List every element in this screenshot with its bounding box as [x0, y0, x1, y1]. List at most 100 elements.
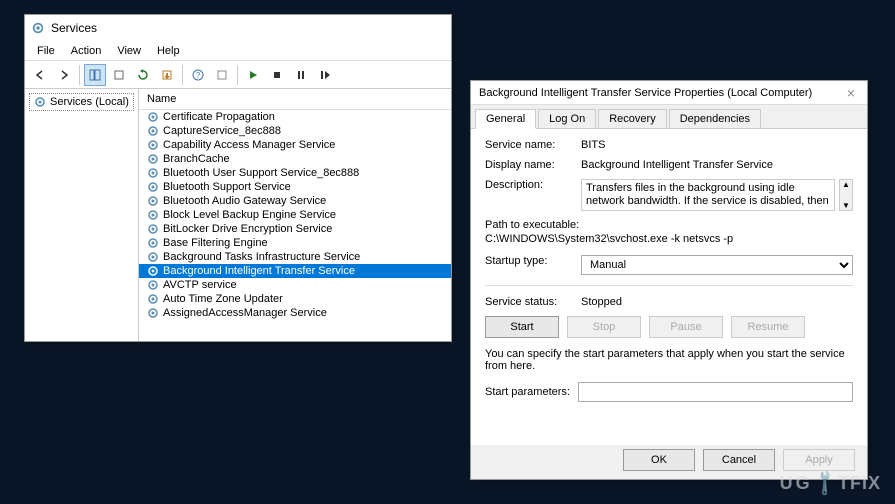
- service-name: AVCTP service: [163, 279, 237, 291]
- service-row[interactable]: Base Filtering Engine: [139, 236, 451, 250]
- pause-button[interactable]: Pause: [649, 316, 723, 338]
- gear-icon: [147, 251, 159, 263]
- watermark-u: U: [780, 473, 794, 494]
- service-row[interactable]: CaptureService_8ec888: [139, 124, 451, 138]
- gear-icon: [147, 111, 159, 123]
- service-name-value: BITS: [581, 139, 853, 151]
- service-name: Bluetooth Audio Gateway Service: [163, 195, 326, 207]
- watermark-g: G: [796, 473, 811, 494]
- export-button[interactable]: [156, 64, 178, 86]
- gear-icon: [147, 223, 159, 235]
- service-name: AssignedAccessManager Service: [163, 307, 327, 319]
- description-text: Transfers files in the background using …: [581, 179, 835, 211]
- svg-text:?: ?: [196, 71, 201, 80]
- gear-icon: [147, 293, 159, 305]
- service-name: Bluetooth Support Service: [163, 181, 291, 193]
- service-row[interactable]: Block Level Backup Engine Service: [139, 208, 451, 222]
- path-label: Path to executable:: [485, 219, 853, 231]
- service-row[interactable]: BitLocker Drive Encryption Service: [139, 222, 451, 236]
- start-button[interactable]: Start: [485, 316, 559, 338]
- tab-general[interactable]: General: [475, 109, 536, 129]
- gear-icon: [34, 96, 46, 108]
- services-local-node[interactable]: Services (Local): [29, 93, 134, 111]
- apply-button[interactable]: Apply: [783, 449, 855, 471]
- service-name: Block Level Backup Engine Service: [163, 209, 336, 221]
- toolbar: ?: [25, 61, 451, 89]
- cancel-button[interactable]: Cancel: [703, 449, 775, 471]
- resume-button[interactable]: Resume: [731, 316, 805, 338]
- toolbar-separator: [182, 65, 183, 85]
- watermark-tfix: TFIX: [838, 473, 881, 494]
- tree-panel: Services (Local): [25, 89, 139, 341]
- service-row[interactable]: Background Intelligent Transfer Service: [139, 264, 451, 278]
- services-list-panel: Name Certificate Propagation CaptureServi…: [139, 89, 451, 341]
- service-row[interactable]: Background Tasks Infrastructure Service: [139, 250, 451, 264]
- gear-icon: [147, 209, 159, 221]
- menubar: File Action View Help: [25, 41, 451, 61]
- gear-icon: [147, 279, 159, 291]
- services-window: Services File Action View Help ? Service…: [24, 14, 452, 342]
- menu-help[interactable]: Help: [149, 43, 188, 59]
- gear-icon: [147, 265, 159, 277]
- gear-icon: [147, 167, 159, 179]
- service-row[interactable]: AssignedAccessManager Service: [139, 306, 451, 320]
- menu-view[interactable]: View: [109, 43, 149, 59]
- toolbar-icon[interactable]: [211, 64, 233, 86]
- show-hide-tree-button[interactable]: [84, 64, 106, 86]
- service-row[interactable]: Certificate Propagation: [139, 110, 451, 124]
- ok-button[interactable]: OK: [623, 449, 695, 471]
- forward-button[interactable]: [53, 64, 75, 86]
- service-name: BitLocker Drive Encryption Service: [163, 223, 332, 235]
- service-row[interactable]: Bluetooth Support Service: [139, 180, 451, 194]
- wrench-icon: 🔧: [809, 468, 840, 499]
- service-name: Background Intelligent Transfer Service: [163, 265, 355, 277]
- properties-button[interactable]: [108, 64, 130, 86]
- titlebar: Services: [25, 15, 451, 41]
- toolbar-separator: [79, 65, 80, 85]
- service-status-label: Service status:: [485, 296, 581, 308]
- service-name: Certificate Propagation: [163, 111, 275, 123]
- gear-icon: [147, 237, 159, 249]
- tab-logon[interactable]: Log On: [538, 109, 596, 128]
- service-name: CaptureService_8ec888: [163, 125, 281, 137]
- refresh-button[interactable]: [132, 64, 154, 86]
- pause-button[interactable]: [290, 64, 312, 86]
- service-row[interactable]: BranchCache: [139, 152, 451, 166]
- service-row[interactable]: Bluetooth Audio Gateway Service: [139, 194, 451, 208]
- display-name-value: Background Intelligent Transfer Service: [581, 159, 853, 171]
- description-scrollbar[interactable]: ▲▼: [839, 179, 853, 211]
- service-status-value: Stopped: [581, 296, 853, 308]
- services-body: Services (Local) Name Certificate Propag…: [25, 89, 451, 341]
- service-row[interactable]: AVCTP service: [139, 278, 451, 292]
- restart-button[interactable]: [314, 64, 336, 86]
- help-button[interactable]: ?: [187, 64, 209, 86]
- service-properties-dialog: Background Intelligent Transfer Service …: [470, 80, 868, 480]
- menu-file[interactable]: File: [29, 43, 63, 59]
- dialog-titlebar: Background Intelligent Transfer Service …: [471, 81, 867, 105]
- column-header-name[interactable]: Name: [139, 89, 451, 110]
- service-row[interactable]: Bluetooth User Support Service_8ec888: [139, 166, 451, 180]
- stop-button[interactable]: Stop: [567, 316, 641, 338]
- start-parameters-label: Start parameters:: [485, 386, 570, 398]
- back-button[interactable]: [29, 64, 51, 86]
- tabs: General Log On Recovery Dependencies: [471, 105, 867, 129]
- menu-action[interactable]: Action: [63, 43, 110, 59]
- path-value: C:\WINDOWS\System32\svchost.exe -k netsv…: [485, 233, 853, 245]
- service-name: Background Tasks Infrastructure Service: [163, 251, 360, 263]
- close-icon[interactable]: ×: [843, 85, 859, 101]
- play-button[interactable]: [242, 64, 264, 86]
- startup-type-select[interactable]: Manual: [581, 255, 853, 275]
- tab-recovery[interactable]: Recovery: [598, 109, 666, 128]
- gear-icon: [147, 307, 159, 319]
- watermark: U G 🔧 TFIX: [780, 473, 881, 494]
- start-parameters-input[interactable]: [578, 382, 853, 402]
- gear-icon: [147, 125, 159, 137]
- service-row[interactable]: Capability Access Manager Service: [139, 138, 451, 152]
- tab-dependencies[interactable]: Dependencies: [669, 109, 761, 128]
- gear-icon: [147, 195, 159, 207]
- service-row[interactable]: Auto Time Zone Updater: [139, 292, 451, 306]
- stop-button[interactable]: [266, 64, 288, 86]
- display-name-label: Display name:: [485, 159, 581, 171]
- description-label: Description:: [485, 179, 581, 191]
- startup-type-label: Startup type:: [485, 255, 581, 267]
